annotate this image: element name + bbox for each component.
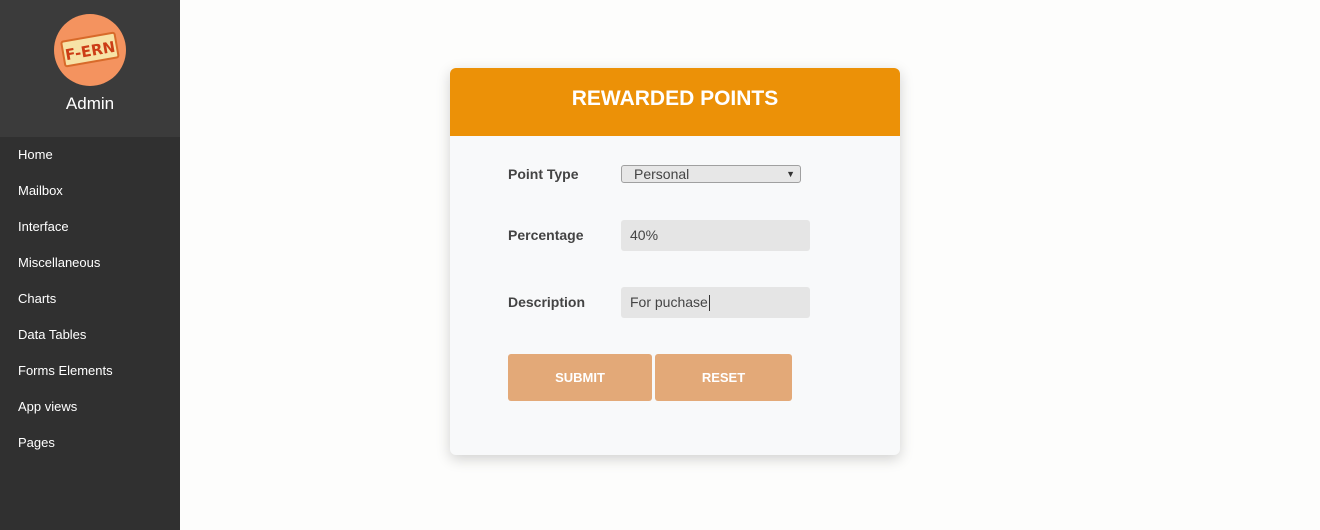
- sidebar-item-forms-elements[interactable]: Forms Elements: [0, 353, 180, 389]
- card-header: REWARDED POINTS: [450, 68, 900, 136]
- submit-button[interactable]: SUBMIT: [508, 354, 652, 401]
- sidebar-nav: Home Mailbox Interface Miscellaneous Cha…: [0, 137, 180, 461]
- point-type-value: Personal: [634, 166, 690, 182]
- sidebar: F-ERN Admin Home Mailbox Interface Misce…: [0, 0, 180, 530]
- caret-down-icon: ▼: [786, 169, 795, 179]
- reset-button[interactable]: RESET: [655, 354, 792, 401]
- percentage-label: Percentage: [508, 227, 584, 243]
- user-name: Admin: [65, 94, 115, 113]
- point-type-label: Point Type: [508, 166, 579, 182]
- description-value: For puchase: [630, 294, 708, 310]
- text-caret: [708, 295, 710, 312]
- sidebar-item-data-tables[interactable]: Data Tables: [0, 317, 180, 353]
- sidebar-item-pages[interactable]: Pages: [0, 425, 180, 461]
- sidebar-profile: F-ERN Admin: [0, 0, 180, 137]
- card-title: REWARDED POINTS: [571, 87, 779, 110]
- sidebar-item-mailbox[interactable]: Mailbox: [0, 173, 180, 209]
- sidebar-item-interface[interactable]: Interface: [0, 209, 180, 245]
- avatar[interactable]: F-ERN: [54, 14, 126, 86]
- description-label: Description: [508, 294, 586, 310]
- description-input[interactable]: For puchase: [621, 287, 810, 318]
- percentage-value: 40%: [630, 227, 659, 243]
- sidebar-item-charts[interactable]: Charts: [0, 281, 180, 317]
- sidebar-item-home[interactable]: Home: [0, 137, 180, 173]
- sidebar-item-miscellaneous[interactable]: Miscellaneous: [0, 245, 180, 281]
- fern-logo: F-ERN: [60, 31, 120, 68]
- percentage-input[interactable]: 40%: [621, 220, 810, 251]
- rewarded-points-card: REWARDED POINTS Point Type Personal ▼ Pe…: [450, 68, 900, 455]
- point-type-select[interactable]: Personal ▼: [621, 165, 801, 183]
- sidebar-item-app-views[interactable]: App views: [0, 389, 180, 425]
